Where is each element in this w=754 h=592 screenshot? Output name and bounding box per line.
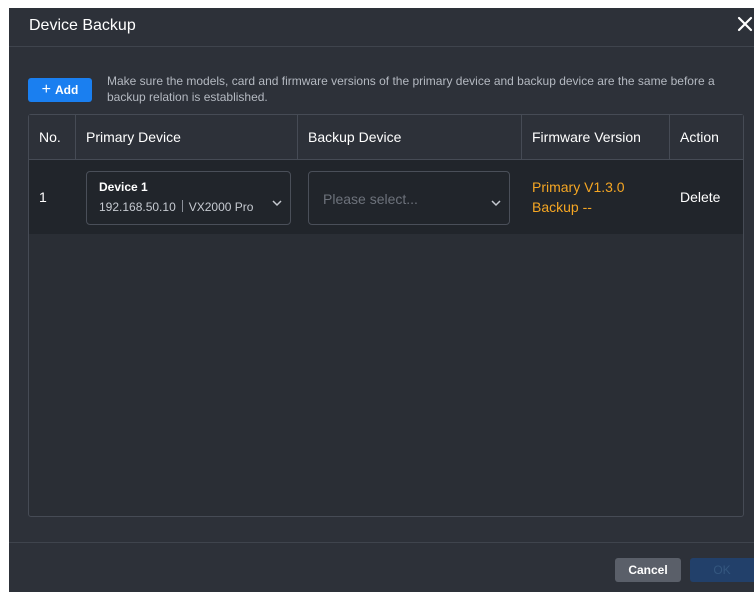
add-button-label: Add: [55, 83, 79, 97]
column-header-no: No.: [29, 115, 76, 159]
column-header-action: Action: [680, 129, 719, 145]
primary-device-ip: 192.168.50.10: [99, 200, 176, 214]
column-header-firmware-version: Firmware Version: [522, 115, 670, 159]
row-number: 1: [39, 189, 47, 205]
backup-notice: Make sure the models, card and firmware …: [107, 74, 715, 104]
plus-icon: +: [41, 81, 51, 98]
ok-button[interactable]: OK: [690, 558, 754, 582]
cancel-button[interactable]: Cancel: [615, 558, 681, 582]
backup-device-select[interactable]: Please select...: [308, 171, 510, 225]
footer-divider: [9, 542, 754, 543]
firmware-backup: Backup --: [532, 199, 592, 215]
table-row: 1 Device 1 192.168.50.10 VX2000 Pro Pleas…: [29, 160, 743, 234]
firmware-version-cell: Primary V1.3.0 Backup --: [522, 160, 670, 234]
primary-device-details: 192.168.50.10 VX2000 Pro: [99, 200, 253, 214]
primary-device-select[interactable]: Device 1 192.168.50.10 VX2000 Pro: [86, 171, 291, 225]
add-button[interactable]: + Add: [28, 78, 92, 102]
dialog-title-bar: Device Backup: [9, 8, 754, 47]
delete-link[interactable]: Delete: [680, 189, 720, 205]
column-header-backup-device: Backup Device: [298, 115, 522, 159]
chevron-down-icon: [272, 194, 282, 212]
separator: [181, 200, 183, 212]
dialog-title: Device Backup: [29, 17, 136, 34]
chevron-down-icon: [491, 194, 501, 212]
firmware-primary: Primary V1.3.0: [532, 179, 625, 195]
primary-device-model: VX2000 Pro: [188, 200, 254, 214]
backup-device-placeholder: Please select...: [323, 191, 418, 207]
device-backup-dialog: Device Backup + Add Make sure the models…: [9, 8, 754, 592]
backup-table: No. Primary Device Backup Device Firmwar…: [28, 114, 744, 517]
close-icon[interactable]: [734, 12, 754, 36]
column-header-primary-device: Primary Device: [76, 115, 298, 159]
primary-device-name: Device 1: [99, 180, 148, 194]
action-cell: Delete: [670, 160, 743, 234]
table-header: No. Primary Device Backup Device Firmwar…: [29, 115, 743, 160]
